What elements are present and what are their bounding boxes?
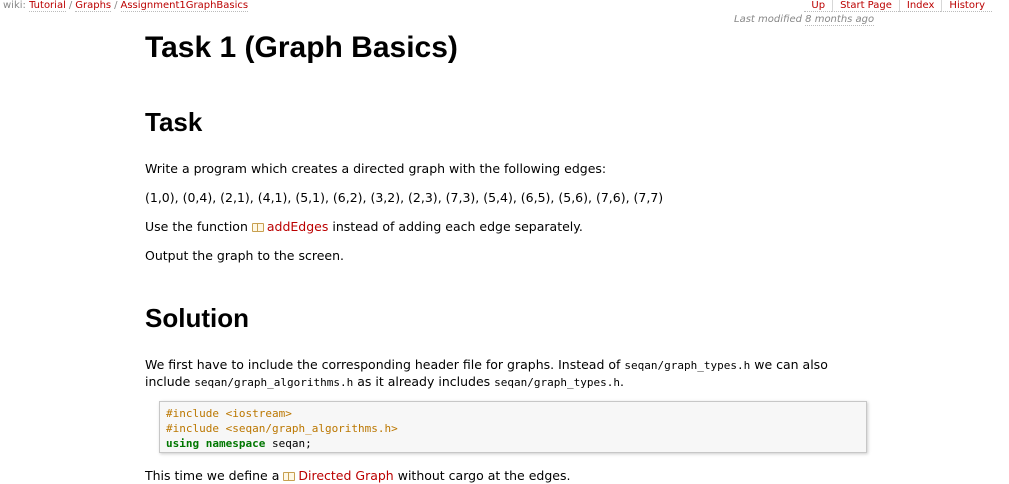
directed-graph-suffix: without cargo at the edges. — [397, 468, 571, 483]
code-line-include-iostream: #include <iostream> — [166, 407, 292, 420]
task-description: Write a program which creates a directed… — [145, 161, 607, 176]
nav-start-page-link[interactable]: Start Page — [832, 0, 899, 12]
code-block: #include <iostream> #include <seqan/grap… — [159, 401, 867, 453]
breadcrumb-tutorial[interactable]: Tutorial — [29, 0, 66, 12]
wiki-prefix: wiki: — [3, 0, 26, 11]
documentation-book-icon — [251, 223, 264, 232]
directed-graph-prefix: This time we define a — [145, 468, 280, 483]
breadcrumb-graphs[interactable]: Graphs — [75, 0, 112, 12]
nav-history-link[interactable]: History — [941, 0, 992, 12]
code-keyword-namespace: namespace — [205, 437, 266, 450]
add-edges-link[interactable]: addEdges — [251, 219, 329, 234]
inline-code-graph-types-2: seqan/graph_types.h — [494, 376, 620, 389]
solution-text-1: We first have to include the correspondi… — [145, 357, 621, 372]
task-heading: Task — [145, 107, 203, 137]
code-keyword-using: using — [166, 437, 200, 450]
solution-text-3: as it already includes — [357, 374, 491, 389]
nav-index-link[interactable]: Index — [898, 0, 942, 12]
code-namespace-name: seqan; — [271, 437, 312, 450]
directed-graph-link[interactable]: Directed Graph — [283, 468, 394, 483]
breadcrumb-separator: / — [68, 0, 73, 11]
use-function-suffix: instead of adding each edge separately. — [332, 219, 583, 234]
breadcrumb: wiki: Tutorial / Graphs / Assignment1GraphBa… — [3, 0, 249, 12]
breadcrumb-separator: / — [114, 0, 118, 11]
documentation-book-icon — [283, 472, 296, 481]
last-modified-age[interactable]: 8 months ago — [805, 14, 875, 26]
code-line-include-graph: #include <seqan/graph_algorithms.h> — [166, 422, 398, 435]
top-bar: wiki: Tutorial / Graphs / Assignment1GraphBa… — [0, 0, 1009, 14]
meta-nav: Up Start Page Index History — [804, 0, 992, 12]
directed-graph-label: Directed Graph — [298, 468, 394, 483]
inline-code-graph-algorithms: seqan/graph_algorithms.h — [194, 376, 354, 389]
output-instruction: Output the graph to the screen. — [145, 248, 344, 263]
last-modified-label: Last modified — [734, 14, 802, 25]
breadcrumb-current-page[interactable]: Assignment1GraphBasics — [120, 0, 249, 12]
solution-paragraph: We first have to include the correspondi… — [145, 357, 870, 391]
add-edges-label: addEdges — [266, 219, 329, 234]
solution-text-4: . — [620, 374, 624, 389]
directed-graph-paragraph: This time we define a Directed Graph wit… — [145, 468, 570, 484]
use-function-prefix: Use the function — [145, 219, 248, 234]
nav-up-link[interactable]: Up — [804, 0, 833, 12]
last-modified: Last modified 8 months ago — [734, 14, 875, 26]
use-function-paragraph: Use the function addEdges instead of add… — [145, 219, 583, 235]
page-title: Task 1 (Graph Basics) — [145, 31, 458, 64]
edge-list: (1,0), (0,4), (2,1), (4,1), (5,1), (6,2)… — [145, 190, 664, 205]
solution-heading: Solution — [145, 303, 249, 333]
inline-code-graph-types: seqan/graph_types.h — [624, 359, 751, 372]
